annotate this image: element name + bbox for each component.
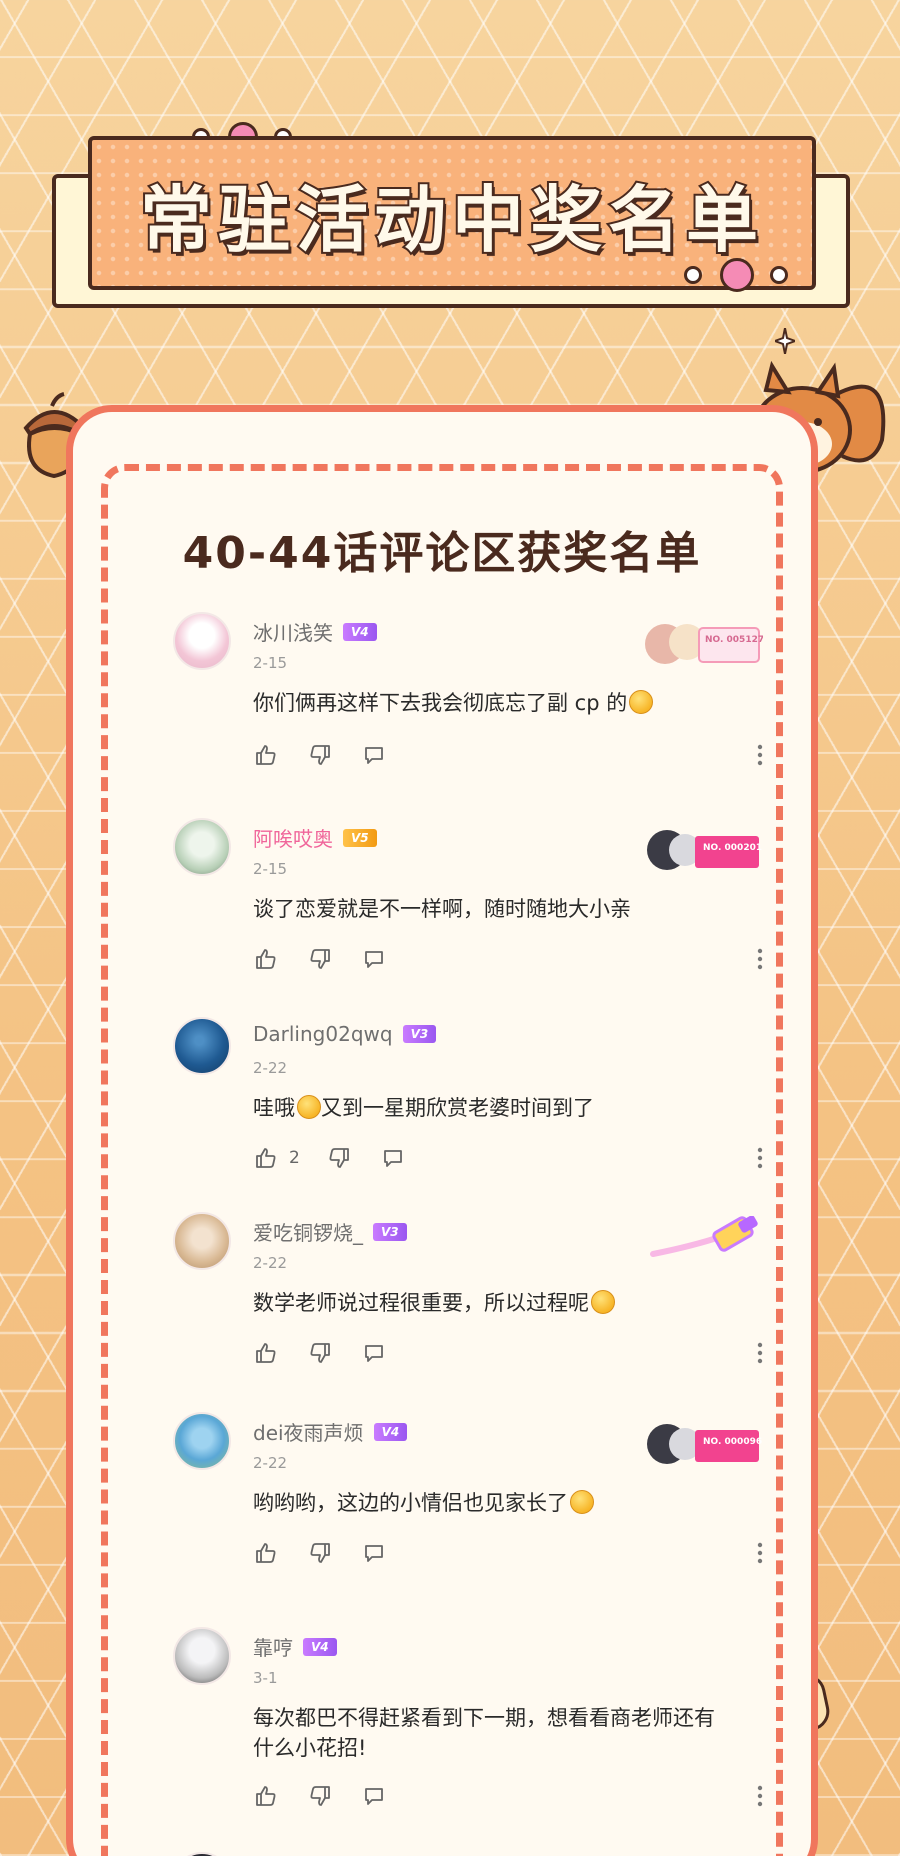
avatar[interactable] — [173, 612, 231, 670]
comment-date: 2-22 — [253, 1059, 288, 1077]
avatar[interactable] — [173, 818, 231, 876]
comment-text-content: 数学老师说过程很重要，所以过程呢 — [253, 1291, 589, 1315]
badge-number: NO. 005127 — [705, 635, 763, 645]
username[interactable]: dei夜雨声烦 V4 — [253, 1417, 408, 1446]
more-icon[interactable] — [757, 1342, 763, 1364]
username-text: 冰川浅笑 — [253, 621, 333, 645]
more-icon[interactable] — [757, 1542, 763, 1564]
comment-actions — [251, 944, 389, 974]
comment-text: 你们俩再这样下去我会彻底忘了副 cp 的 — [253, 688, 723, 718]
thumbs-up-icon[interactable] — [251, 1143, 281, 1173]
comment-date: 2-22 — [253, 1454, 288, 1472]
comment-item: dei夜雨声烦 V4 2-22 NO. 000096 哟哟哟，这边的小情侣也见家长… — [173, 1412, 803, 1592]
comment-text-content: 哟哟哟，这边的小情侣也见家长了 — [253, 1491, 568, 1515]
cat-emoji-icon — [297, 1095, 321, 1119]
comment-text-before: 哇哦 — [253, 1096, 295, 1120]
thumbs-up-icon[interactable] — [251, 1538, 281, 1568]
username-text: 阿唉哎奥 — [253, 827, 333, 851]
level-badge: V4 — [303, 1637, 337, 1656]
thumbs-down-icon[interactable] — [305, 740, 335, 770]
username[interactable]: 爱吃铜锣烧_ V3 — [253, 1217, 407, 1246]
brush-badge-icon — [643, 1215, 763, 1272]
fan-badge: NO. 005127 — [643, 616, 764, 672]
comment-actions — [251, 1338, 389, 1368]
comment-date: 3-1 — [253, 1669, 278, 1687]
avatar[interactable] — [173, 1017, 231, 1075]
reply-icon[interactable] — [359, 1338, 389, 1368]
like-count: 2 — [289, 1148, 300, 1168]
avatar[interactable] — [173, 1412, 231, 1470]
page-title: 常驻活动中奖名单 — [138, 176, 764, 264]
level-badge: V4 — [343, 622, 377, 641]
avatar[interactable] — [173, 1212, 231, 1270]
thumbs-up-icon[interactable] — [251, 740, 281, 770]
avatar[interactable] — [173, 1627, 231, 1685]
comment-text-content: 你们俩再这样下去我会彻底忘了副 cp 的 — [253, 691, 628, 715]
level-badge: V3 — [402, 1025, 437, 1043]
thumbs-down-icon[interactable] — [305, 944, 335, 974]
comment-text: 每次都巴不得赶紧看到下一期，想看看商老师还有什么小花招! — [253, 1706, 715, 1760]
section-title: 40-44话评论区获奖名单 — [182, 528, 702, 579]
title-banner: 常驻活动中奖名单 — [52, 122, 850, 308]
level-badge: V5 — [343, 828, 377, 847]
banner-front-panel: 常驻活动中奖名单 — [88, 136, 816, 290]
username-text: 靠哼 — [253, 1636, 293, 1660]
comment-text: 谈了恋爱就是不一样啊，随时随地大小亲 — [253, 897, 631, 921]
username[interactable]: 阿唉哎奥 V5 — [253, 823, 377, 852]
thumbs-up-icon[interactable] — [251, 1338, 281, 1368]
banner-bead — [684, 266, 702, 284]
comment-text: 哟哟哟，这边的小情侣也见家长了 — [253, 1488, 723, 1518]
comment-item: 靠哼 V4 3-1 每次都巴不得赶紧看到下一期，想看看商老师还有什么小花招! — [173, 1627, 803, 1827]
comment-actions — [251, 740, 389, 770]
more-icon[interactable] — [757, 1147, 763, 1169]
comment-item: 冰川浅笑 V4 2-15 NO. 005127 你们俩再这样下去我会彻底忘了副 c… — [173, 612, 803, 792]
banner-bead-pink — [720, 258, 754, 292]
badge-number: NO. 000096 — [703, 1437, 762, 1447]
face-emoji-icon — [629, 690, 654, 714]
reply-icon[interactable] — [359, 740, 389, 770]
comment-actions — [251, 1781, 389, 1811]
comment-date: 2-15 — [253, 654, 288, 672]
reply-icon[interactable] — [378, 1143, 408, 1173]
comment-text: 哇哦 又到一星期欣赏老婆时间到了 — [253, 1093, 723, 1123]
flushed-emoji-icon — [591, 1290, 615, 1314]
reply-icon[interactable] — [359, 944, 389, 974]
cat-emoji-icon — [570, 1490, 594, 1514]
username[interactable]: Darling02qwq V3 — [253, 1022, 437, 1046]
level-badge: V3 — [373, 1222, 407, 1241]
reply-icon[interactable] — [359, 1781, 389, 1811]
fan-badge: NO. 000096 — [643, 1416, 763, 1472]
username[interactable]: 冰川浅笑 V4 — [253, 617, 377, 646]
username-text: 爱吃铜锣烧_ — [253, 1221, 363, 1245]
thumbs-up-icon[interactable] — [251, 1781, 281, 1811]
thumbs-down-icon[interactable] — [305, 1338, 335, 1368]
comment-text-after: 又到一星期欣赏老婆时间到了 — [321, 1096, 594, 1120]
comment-item: Darling02qwq V3 2-22 哇哦 又到一星期欣赏老婆时间到了 2 — [173, 1017, 803, 1197]
thumbs-down-icon[interactable] — [324, 1143, 354, 1173]
comment-actions: 2 — [251, 1143, 408, 1173]
comment-text: 数学老师说过程很重要，所以过程呢 — [253, 1288, 723, 1318]
banner-bead — [770, 266, 788, 284]
fan-badge: NO. 000201 — [643, 822, 763, 878]
more-icon[interactable] — [757, 1785, 763, 1807]
winner-list-card: 40-44话评论区获奖名单 冰川浅笑 V4 2-15 NO. 005127 你们俩… — [66, 405, 818, 1856]
username[interactable]: 靠哼 V4 — [253, 1632, 337, 1661]
comment-item: 爱吃铜锣烧_ V3 2-22 数学老师说过程很重要，所以过程呢 — [173, 1212, 803, 1392]
thumbs-down-icon[interactable] — [305, 1781, 335, 1811]
comment-actions — [251, 1538, 389, 1568]
username-text: Darling02qwq — [253, 1022, 393, 1046]
thumbs-down-icon[interactable] — [305, 1538, 335, 1568]
comment-date: 2-22 — [253, 1254, 288, 1272]
level-badge: V4 — [373, 1422, 408, 1441]
more-icon[interactable] — [757, 744, 763, 766]
sparkle-icon — [775, 328, 795, 354]
username-text: dei夜雨声烦 — [253, 1421, 364, 1445]
comment-item: 阿唉哎奥 V5 2-15 NO. 000201 谈了恋爱就是不一样啊，随时随地大小… — [173, 818, 803, 998]
comment-date: 2-15 — [253, 860, 288, 878]
more-icon[interactable] — [757, 948, 763, 970]
thumbs-up-icon[interactable] — [251, 944, 281, 974]
badge-number: NO. 000201 — [703, 843, 762, 853]
reply-icon[interactable] — [359, 1538, 389, 1568]
